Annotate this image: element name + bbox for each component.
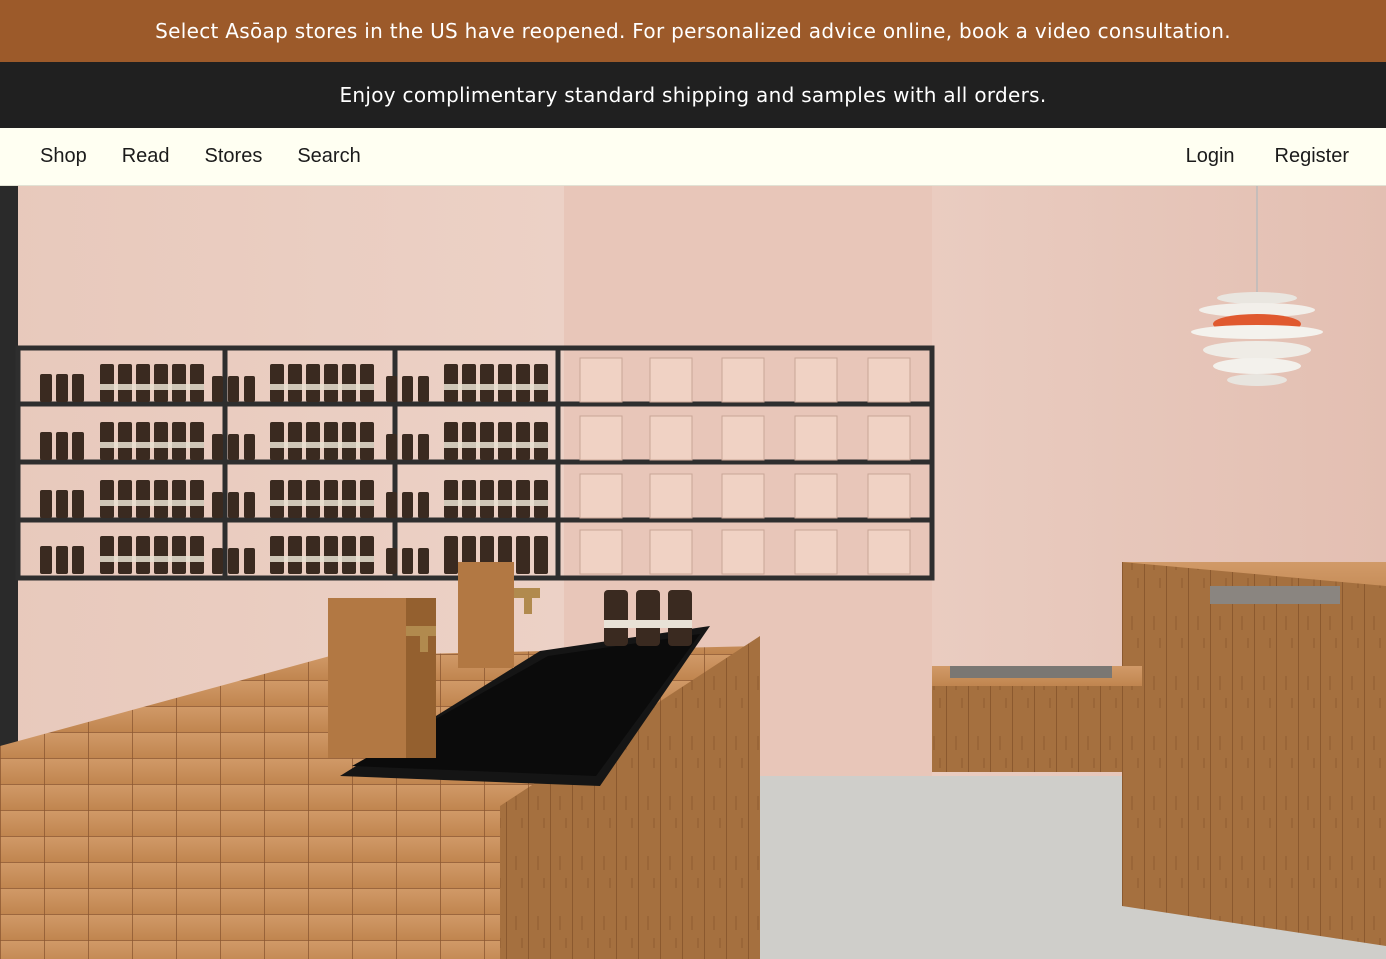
nav-link-stores[interactable]: Stores [205,145,263,168]
primary-nav-links: Shop Read Stores Search [0,145,396,168]
nav-link-shop[interactable]: Shop [40,145,87,168]
store-interior-illustration [0,186,1386,959]
hero-image [0,186,1386,959]
store-reopening-text: Select Asōap stores in the US have reope… [155,19,1231,43]
shipping-text: Enjoy complimentary standard shipping an… [339,83,1047,107]
nav-link-search[interactable]: Search [297,145,360,168]
login-link[interactable]: Login [1186,145,1235,168]
main-navigation: Shop Read Stores Search Login Register [0,128,1386,186]
shipping-banner: Enjoy complimentary standard shipping an… [0,62,1386,128]
nav-link-read[interactable]: Read [122,145,170,168]
account-nav-links: Login Register [1146,145,1386,168]
store-reopening-banner[interactable]: Select Asōap stores in the US have reope… [0,0,1386,62]
register-link[interactable]: Register [1275,145,1349,168]
